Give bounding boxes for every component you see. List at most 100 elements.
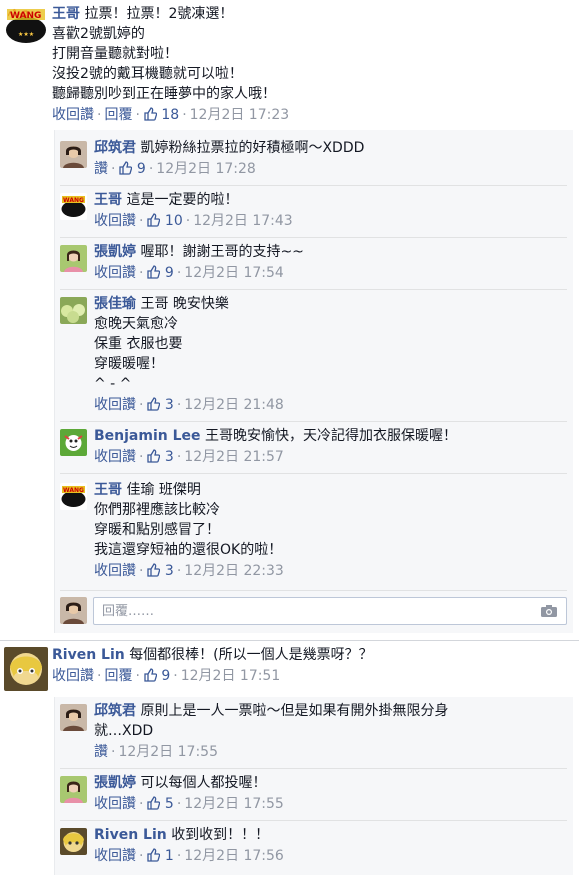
comment-actions: 收回讚 · 5 · 12月2日 17:55 xyxy=(94,796,284,812)
commenter-name[interactable]: 王哥 xyxy=(52,6,80,22)
comment-actions: 讚 · 9 · 12月2日 17:28 xyxy=(94,161,256,177)
comment: ﾍﾞｰｽWANG★★★ 王哥 拉票！拉票！2號凍選！ 喜歡2號凱婷的 打開音量聽… xyxy=(0,4,579,128)
unlike-link[interactable]: 收回讚 xyxy=(94,213,136,229)
avatar[interactable] xyxy=(60,828,87,855)
comment-thread: ﾍﾞｰｽWANG★★★ 王哥 拉票！拉票！2號凍選！ 喜歡2號凱婷的 打開音量聽… xyxy=(0,0,579,643)
camera-icon[interactable] xyxy=(540,604,558,618)
timestamp[interactable]: 12月2日 22:33 xyxy=(184,563,284,579)
avatar[interactable] xyxy=(60,245,87,272)
unlike-link[interactable]: 收回讚 xyxy=(94,265,136,281)
timestamp[interactable]: 12月2日 17:55 xyxy=(184,796,284,812)
avatar[interactable] xyxy=(4,647,48,691)
avatar[interactable] xyxy=(60,776,87,803)
commenter-name[interactable]: 邱筑君 xyxy=(94,140,136,156)
avatar[interactable] xyxy=(60,429,87,456)
qiu-photo-icon xyxy=(60,597,87,624)
unlike-link[interactable]: 收回讚 xyxy=(52,107,94,123)
wangge-logo-icon: ﾍﾞｰｽWANG★★★ xyxy=(4,4,48,48)
commenter-name[interactable]: 張凱婷 xyxy=(94,775,136,791)
timestamp[interactable]: 12月2日 21:48 xyxy=(184,397,284,413)
comment-text-line: 你們那裡應該比較冷 xyxy=(94,502,220,518)
timestamp[interactable]: 12月2日 17:43 xyxy=(193,213,293,229)
unlike-link[interactable]: 收回讚 xyxy=(94,397,136,413)
comment-text-line: 穿暖暖喔！ xyxy=(94,356,164,372)
comment-text-line: 就…XDD xyxy=(94,723,154,739)
my-avatar xyxy=(60,597,87,624)
divider xyxy=(60,820,567,821)
unlike-link[interactable]: 收回讚 xyxy=(94,848,136,864)
comment-thread: Riven Lin 每個都很棒！(所以一個人是幾票呀？？ 收回讚 · 回覆 · 9 · 1… xyxy=(0,643,579,875)
like-link[interactable]: 讚 xyxy=(94,161,108,177)
commenter-name[interactable]: Riven Lin xyxy=(52,647,125,663)
reply-composer[interactable] xyxy=(93,597,567,625)
like-count[interactable]: 10 xyxy=(146,213,183,229)
reply: 張凱婷 可以每個人都投喔！ 收回讚 · 5 · 12月2日 17:55 xyxy=(55,773,573,823)
like-count[interactable]: 9 xyxy=(143,668,170,684)
riven-photo-icon xyxy=(4,647,48,691)
comment-actions: 收回讚 · 3 · 12月2日 21:48 xyxy=(94,397,284,413)
comment-text-line: 收到收到！！！ xyxy=(171,827,270,843)
reply-link[interactable]: 回覆 xyxy=(104,107,132,123)
comment-text-line: 王哥 晚安快樂 xyxy=(140,296,229,312)
like-count[interactable]: 1 xyxy=(146,848,174,864)
avatar[interactable] xyxy=(60,297,87,324)
like-link[interactable]: 讚 xyxy=(94,744,108,760)
unlike-link[interactable]: 收回讚 xyxy=(52,668,94,684)
comment-actions: 收回讚 · 回覆 · 18 · 12月2日 17:23 xyxy=(52,107,290,123)
svg-text:WANG: WANG xyxy=(63,487,84,494)
timestamp[interactable]: 12月2日 17:51 xyxy=(181,668,281,684)
like-count[interactable]: 3 xyxy=(146,563,174,579)
like-count[interactable]: 9 xyxy=(118,161,146,177)
comment-text-line: 原則上是一人一票啦～但是如果有開外掛無限分身 xyxy=(140,703,449,719)
timestamp[interactable]: 12月2日 17:55 xyxy=(118,744,218,760)
like-count[interactable]: 5 xyxy=(146,796,174,812)
reply: 張佳瑜 王哥 晚安快樂 愈晚天氣愈冷 保重 衣服也要 穿暖暖喔！ ^ - ^ 收… xyxy=(55,294,573,424)
commenter-name[interactable]: 邱筑君 xyxy=(94,703,136,719)
avatar[interactable]: WANG xyxy=(60,483,87,510)
commenter-name[interactable]: 張佳瑜 xyxy=(94,296,136,312)
thumbs-up-icon xyxy=(144,668,157,682)
like-count[interactable]: 9 xyxy=(146,265,174,281)
timestamp[interactable]: 12月2日 17:56 xyxy=(184,848,284,864)
commenter-name[interactable]: Riven Lin xyxy=(94,827,167,843)
comment-actions: 收回讚 · 1 · 12月2日 17:56 xyxy=(94,848,284,864)
svg-text:WANG: WANG xyxy=(10,11,41,21)
qiu-photo-icon xyxy=(60,141,87,168)
timestamp[interactable]: 12月2日 17:28 xyxy=(156,161,256,177)
reply: 邱筑君 凱婷粉絲拉票拉的好積極啊～XDDD 讚 · 9 · 12月2日 17:28 xyxy=(55,138,573,188)
reply-input[interactable] xyxy=(94,598,530,624)
divider xyxy=(60,421,567,422)
svg-text:★★★: ★★★ xyxy=(18,31,34,38)
timestamp[interactable]: 12月2日 17:23 xyxy=(190,107,290,123)
avatar[interactable]: ﾍﾞｰｽWANG★★★ xyxy=(4,4,48,48)
commenter-name[interactable]: 張凱婷 xyxy=(94,244,136,260)
comment-text-line: 打開音量聽就對啦！ xyxy=(52,46,178,62)
thumbs-up-icon xyxy=(147,449,161,463)
comment-text-line: 這是一定要的啦！ xyxy=(126,192,239,208)
like-count[interactable]: 18 xyxy=(143,107,179,123)
unlike-link[interactable]: 收回讚 xyxy=(94,796,136,812)
like-count[interactable]: 3 xyxy=(146,449,174,465)
comment-text-line: 愈晚天氣愈冷 xyxy=(94,316,178,332)
divider xyxy=(60,289,567,290)
commenter-name[interactable]: 王哥 xyxy=(94,482,122,498)
thread-divider xyxy=(0,640,579,641)
avatar[interactable] xyxy=(60,704,87,731)
thumbs-up-icon xyxy=(147,848,161,862)
comment-text-line: 聽歸聽別吵到正在睡夢中的家人哦！ xyxy=(52,86,276,102)
reply: 邱筑君 原則上是一人一票啦～但是如果有開外掛無限分身 就…XDD 讚 · 12月2日… xyxy=(55,701,573,771)
reply-link[interactable]: 回覆 xyxy=(104,668,132,684)
unlike-link[interactable]: 收回讚 xyxy=(94,449,136,465)
like-count[interactable]: 3 xyxy=(146,397,174,413)
thumbs-up-icon xyxy=(147,796,161,810)
avatar[interactable] xyxy=(60,141,87,168)
commenter-name[interactable]: 王哥 xyxy=(94,192,122,208)
unlike-link[interactable]: 收回讚 xyxy=(94,563,136,579)
reply-list: 邱筑君 原則上是一人一票啦～但是如果有開外掛無限分身 就…XDD 讚 · 12月2日… xyxy=(54,697,573,875)
svg-text:WANG: WANG xyxy=(63,197,84,204)
reply: Benjamin Lee 王哥晚安愉快，天冷記得加衣服保暖喔！ 收回讚 · 3 · 1… xyxy=(55,426,573,476)
timestamp[interactable]: 12月2日 17:54 xyxy=(184,265,284,281)
commenter-name[interactable]: Benjamin Lee xyxy=(94,428,201,444)
avatar[interactable]: WANG xyxy=(60,193,87,220)
timestamp[interactable]: 12月2日 21:57 xyxy=(184,449,284,465)
